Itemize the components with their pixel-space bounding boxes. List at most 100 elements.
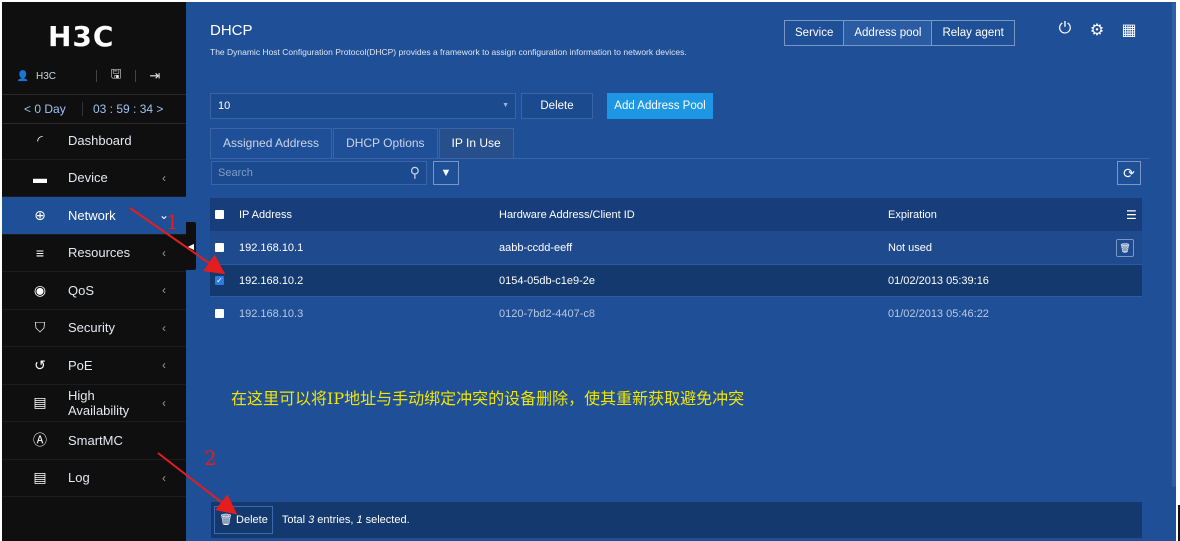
sidebar-item-security[interactable]: ⛉ Security ‹ — [2, 310, 186, 347]
sidebar-item-label: QoS — [68, 282, 95, 298]
sidebar-item-high-availability[interactable]: ▤ High Availability ‹ — [2, 385, 186, 422]
row-checkbox[interactable] — [215, 309, 224, 318]
dropdown-caret-icon: ▼ — [502, 102, 509, 109]
row-checkbox[interactable] — [215, 243, 224, 252]
sidebar-item-label: High Availability — [68, 387, 130, 418]
add-address-pool-button[interactable]: Add Address Pool — [607, 93, 713, 119]
sidebar-item-log[interactable]: ▤ Log ‹ — [2, 460, 186, 497]
sidebar-item-poe[interactable]: ↺ PoE ‹ — [2, 347, 186, 385]
row-ip: 192.168.10.1 — [239, 241, 304, 254]
sidebar-item-resources[interactable]: ≡ Resources ‹ — [2, 235, 186, 272]
filter-icon: ▼ — [440, 167, 452, 179]
sidebar-item-smartmc[interactable]: Ⓐ SmartMC — [2, 422, 186, 460]
address-pool-select[interactable]: 10 ▼ — [210, 93, 516, 119]
tab-relay-agent[interactable]: Relay agent — [932, 21, 1013, 45]
trash-icon: 🗑 — [219, 514, 233, 526]
app-window: H3C 👤 H3C 🖫 ⇥ < 0 Day 03 : 59 : 34 > ◜ Da… — [2, 2, 1176, 541]
chevron-icon: ‹ — [162, 470, 166, 485]
row-checkbox[interactable]: ✓ — [215, 276, 224, 285]
tab-dhcp-options[interactable]: DHCP Options — [333, 128, 438, 159]
trash-icon[interactable]: 🗑 — [1116, 238, 1134, 257]
divider — [210, 158, 1150, 159]
divider — [82, 102, 83, 116]
page-title: DHCP — [210, 22, 253, 39]
column-menu-icon[interactable]: ☰ — [1126, 208, 1137, 222]
ip-in-use-table: IP Address Hardware Address/Client ID Ex… — [210, 198, 1142, 330]
table-row[interactable]: ✓ 192.168.10.2 0154-05db-c1e9-2e 01/02/2… — [210, 264, 1142, 297]
row-ip: 192.168.10.2 — [239, 274, 304, 287]
chevron-icon: ‹ — [162, 245, 166, 260]
row-expiration: 01/02/2013 05:39:16 — [888, 274, 989, 287]
user-name: H3C — [36, 70, 57, 82]
database-icon: ≡ — [35, 244, 45, 261]
save-icon[interactable]: 🖫 — [105, 65, 127, 87]
refresh-button[interactable]: ⟳ — [1117, 161, 1141, 185]
column-header-expiration[interactable]: Expiration — [888, 209, 937, 221]
footer-delete-label: Delete — [236, 514, 268, 526]
annotation-text: 在这里可以将IP地址与手动绑定冲突的设备删除，使其重新获取避免冲突 — [231, 389, 745, 408]
notebook-icon[interactable]: ▦ — [1120, 20, 1138, 40]
search-icon[interactable]: ⚲ — [410, 164, 420, 181]
table-row[interactable]: 192.168.10.3 0120-7bd2-4407-c8 01/02/201… — [210, 297, 1142, 330]
power-icon[interactable]: ⏻ — [1056, 20, 1074, 40]
logout-icon[interactable]: ⇥ — [144, 68, 166, 84]
gear-icon[interactable]: ⚙ — [1088, 20, 1106, 40]
sidebar-item-qos[interactable]: ◉ QoS ‹ — [2, 272, 186, 310]
sidebar: H3C 👤 H3C 🖫 ⇥ < 0 Day 03 : 59 : 34 > ◜ Da… — [2, 2, 186, 541]
shield-icon: ⛉ — [34, 319, 46, 336]
sidebar-item-dashboard[interactable]: ◜ Dashboard — [2, 122, 186, 160]
refresh-icon: ⟳ — [1123, 165, 1135, 181]
summary-suffix: selected. — [362, 514, 410, 526]
search-input[interactable] — [218, 162, 398, 184]
table-footer: 🗑 Delete Total 3 entries, 1 selected. — [211, 502, 1142, 538]
tab-ip-in-use[interactable]: IP In Use — [438, 128, 514, 159]
log-icon: ▤ — [33, 469, 47, 486]
footer-delete-button[interactable]: 🗑 Delete — [214, 506, 273, 534]
sidebar-item-label: SmartMC — [68, 432, 123, 448]
session-days[interactable]: < 0 Day — [24, 102, 82, 116]
selection-summary: Total 3 entries, 1 selected. — [282, 514, 410, 526]
table-header-row: IP Address Hardware Address/Client ID Ex… — [210, 198, 1142, 231]
h3c-logo: H3C — [48, 20, 115, 53]
row-hardware-address: 0154-05db-c1e9-2e — [499, 274, 596, 287]
row-hardware-address: 0120-7bd2-4407-c8 — [499, 307, 596, 320]
row-expiration: Not used — [888, 241, 933, 254]
tab-address-pool[interactable]: Address pool — [844, 21, 933, 45]
chevron-icon: ‹ — [162, 283, 166, 298]
annotation-marker-2: 2 — [204, 446, 217, 470]
session-timer: < 0 Day 03 : 59 : 34 > — [2, 94, 186, 124]
view-switcher: Service Address pool Relay agent — [784, 20, 1015, 46]
tab-assigned-address[interactable]: Assigned Address — [210, 128, 333, 159]
sidebar-collapse-handle[interactable]: ◀ — [186, 222, 196, 270]
device-icon: ▬ — [33, 169, 47, 186]
poe-icon: ↺ — [34, 356, 46, 373]
vertical-scrollbar[interactable] — [1172, 2, 1176, 487]
smartmc-icon: Ⓐ — [33, 432, 47, 449]
sidebar-nav: ◜ Dashboard ▬ Device ‹ ⊕ Network ⌄ ≡ Resources ‹ ◉ Q… — [2, 122, 186, 497]
row-ip: 192.168.10.3 — [239, 307, 304, 320]
sidebar-item-network[interactable]: ⊕ Network ⌄ — [2, 197, 186, 235]
globe-icon: ⊕ — [34, 206, 46, 223]
sidebar-item-label: Log — [68, 470, 90, 486]
chevron-icon: ‹ — [162, 170, 166, 185]
chevron-icon: ‹ — [162, 320, 166, 335]
pool-tabs: Assigned Address DHCP Options IP In Use — [210, 128, 515, 159]
user-icon: 👤 — [16, 70, 30, 82]
user-bar: 👤 H3C 🖫 ⇥ — [2, 62, 186, 90]
row-hardware-address: aabb-ccdd-eeff — [499, 241, 573, 254]
chevron-icon: ‹ — [162, 358, 166, 373]
select-all-checkbox[interactable] — [215, 210, 224, 219]
sidebar-item-label: Network — [68, 207, 116, 223]
row-expiration: 01/02/2013 05:46:22 — [888, 307, 989, 320]
gauge-icon: ◜ — [37, 131, 43, 148]
page-description: The Dynamic Host Configuration Protocol(… — [210, 47, 687, 57]
filter-button[interactable]: ▼ — [433, 161, 459, 185]
table-row[interactable]: 192.168.10.1 aabb-ccdd-eeff Not used 🗑 — [210, 231, 1142, 264]
sidebar-item-label: Resources — [68, 245, 131, 261]
column-header-hardware[interactable]: Hardware Address/Client ID — [499, 209, 635, 221]
sidebar-item-device[interactable]: ▬ Device ‹ — [2, 160, 186, 197]
tab-service[interactable]: Service — [785, 21, 845, 45]
delete-pool-button[interactable]: Delete — [521, 93, 593, 119]
column-header-ip[interactable]: IP Address — [239, 209, 292, 221]
document-icon: ▤ — [33, 394, 47, 411]
